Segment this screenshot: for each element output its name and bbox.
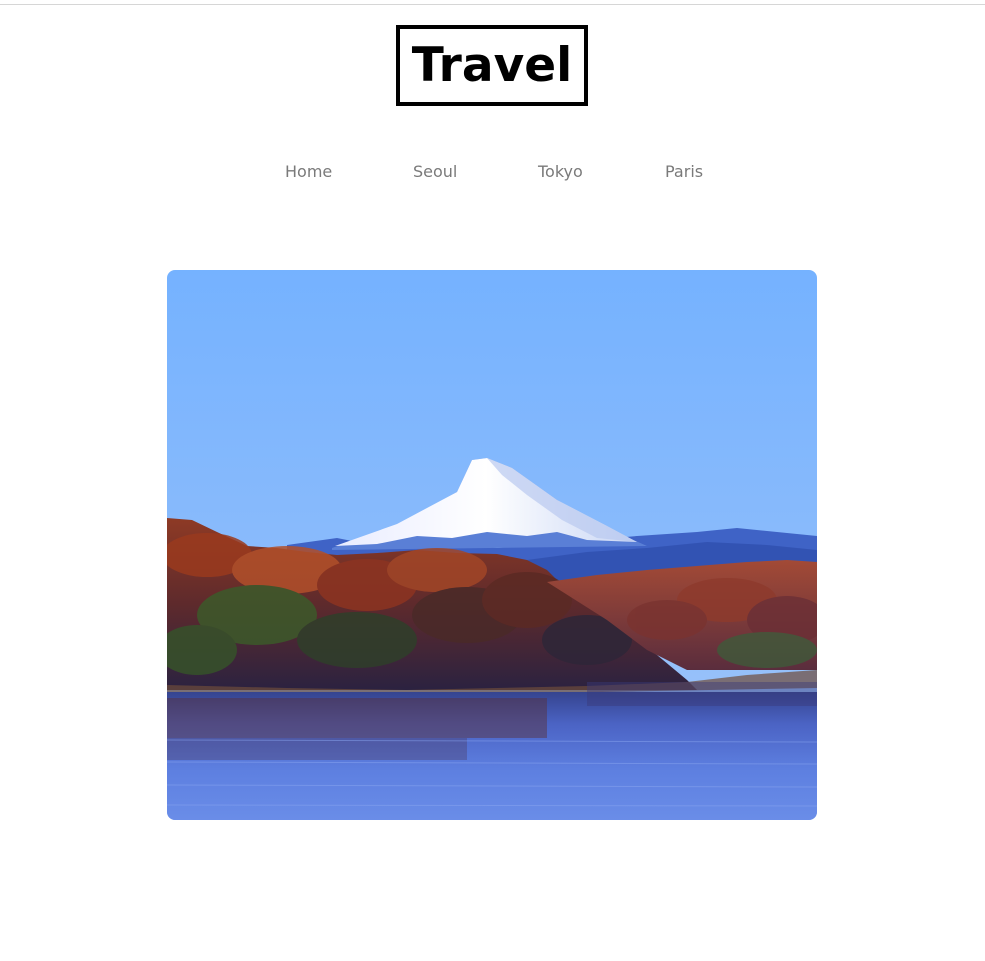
nav-item-paris[interactable]: Paris: [665, 162, 703, 181]
site-logo-text: Travel: [411, 38, 573, 93]
nav-item-home[interactable]: Home: [285, 162, 332, 181]
nav-item-seoul[interactable]: Seoul: [413, 162, 457, 181]
top-divider: [0, 4, 985, 5]
nav-item-tokyo[interactable]: Tokyo: [538, 162, 583, 181]
site-logo[interactable]: Travel: [396, 25, 588, 106]
main-nav: Home Seoul Tokyo Paris: [0, 162, 985, 186]
hero-image: [167, 270, 817, 820]
mountain-lake-photo: [167, 270, 817, 820]
